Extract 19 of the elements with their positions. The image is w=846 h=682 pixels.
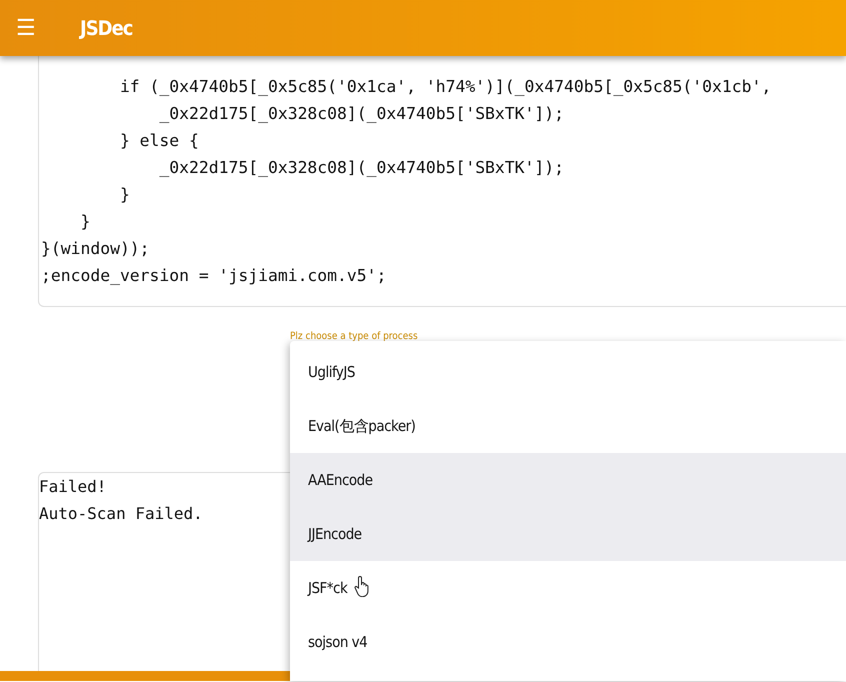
code-line: } xyxy=(118,185,130,204)
code-line: _0x22d175[_0x328c08](_0x4740b5['SBxTK']); xyxy=(158,104,564,123)
output-line: Failed! xyxy=(39,477,106,496)
code-line: } xyxy=(79,212,90,231)
select-label: Plz choose a type of process xyxy=(290,330,418,344)
menu-option[interactable]: UglifyJS xyxy=(290,345,846,399)
code-editor[interactable] xyxy=(38,55,846,307)
app-title: JSDec xyxy=(80,15,132,42)
output-line: Auto-Scan Failed. xyxy=(39,504,203,523)
code-line: ;encode_version = 'jsjiami.com.v5'; xyxy=(41,266,386,285)
menu-option[interactable]: JSF*ck xyxy=(290,561,846,615)
code-line: } else { xyxy=(118,131,199,150)
menu-option[interactable]: AAEncode xyxy=(290,453,846,507)
menu-option[interactable]: sojson v4 xyxy=(290,615,846,669)
code-line: }(window)); xyxy=(41,239,150,258)
code-line: _0x22d175[_0x328c08](_0x4740b5['SBxTK']); xyxy=(158,158,564,177)
menu-option[interactable]: JJEncode xyxy=(290,507,846,561)
menu-option[interactable]: Eval(包含packer) xyxy=(290,399,846,453)
code-line: if (_0x4740b5[_0x5c85('0x1ca', 'h74%')](_0x4740b5[_0x5c85('0x1cb', xyxy=(118,77,772,96)
